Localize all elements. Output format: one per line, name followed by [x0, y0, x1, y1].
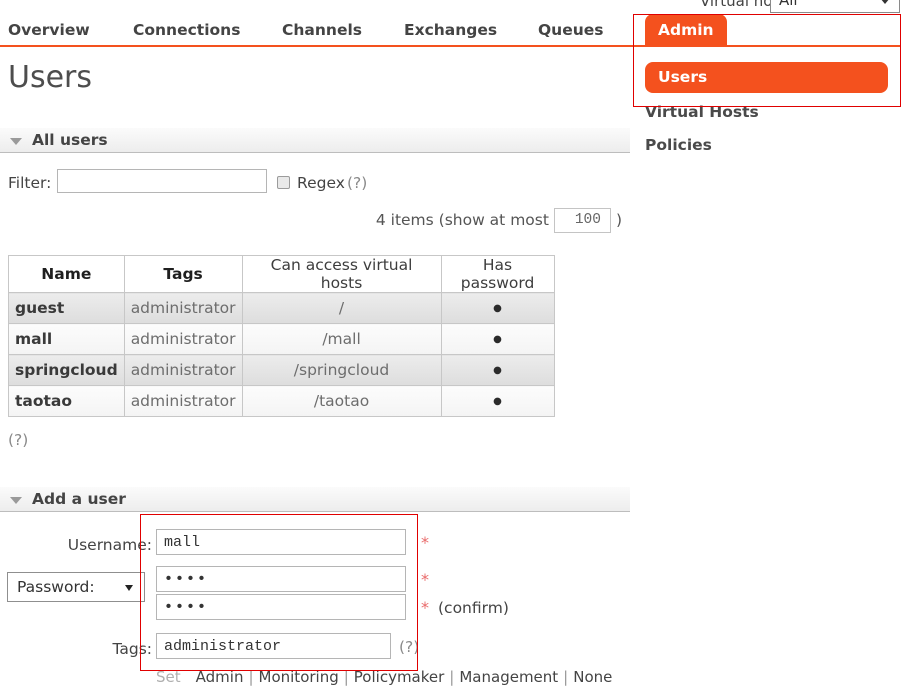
tag-link-monitoring[interactable]: Monitoring	[259, 668, 339, 686]
virtual-host-select[interactable]: All	[770, 0, 900, 13]
tag-link-none[interactable]: None	[573, 668, 612, 686]
user-vhosts-cell: /mall	[242, 324, 441, 355]
sidebar-item-policies[interactable]: Policies	[645, 136, 712, 154]
set-label: Set	[156, 668, 181, 686]
password-type-select[interactable]: Password:	[7, 572, 145, 602]
add-user-section-title: Add a user	[32, 490, 126, 508]
chevron-down-icon	[880, 0, 890, 4]
add-user-section-header[interactable]: Add a user	[0, 487, 630, 512]
all-users-section-header[interactable]: All users	[0, 128, 630, 153]
username-field[interactable]	[156, 529, 406, 555]
tab-connections[interactable]: Connections	[133, 21, 240, 39]
user-name-link[interactable]: taotao	[9, 386, 125, 417]
page-title: Users	[8, 60, 92, 95]
has-password-dot-icon: ●	[441, 386, 554, 417]
show-at-most-input[interactable]	[554, 208, 611, 233]
tag-separator: |	[449, 668, 454, 686]
table-header-row: Name Tags Can access virtual hosts Has p…	[9, 256, 555, 293]
items-count-suffix: )	[616, 211, 622, 229]
table-row: taotao administrator /taotao ●	[9, 386, 555, 417]
user-name-link[interactable]: springcloud	[9, 355, 125, 386]
filter-label: Filter:	[8, 174, 51, 192]
user-vhosts-cell: /springcloud	[242, 355, 441, 386]
tags-field[interactable]	[156, 633, 391, 659]
user-tags-cell: administrator	[124, 386, 242, 417]
column-header-tags[interactable]: Tags	[124, 256, 242, 293]
user-tags-cell: administrator	[124, 293, 242, 324]
user-vhosts-cell: /taotao	[242, 386, 441, 417]
column-header-name[interactable]: Name	[9, 256, 125, 293]
user-name-link[interactable]: mall	[9, 324, 125, 355]
set-tags-row: SetAdmin|Monitoring|Policymaker|Manageme…	[156, 668, 617, 686]
username-label: Username:	[8, 536, 152, 554]
tag-separator: |	[248, 668, 253, 686]
required-asterisk: *	[421, 598, 429, 617]
tag-link-policymaker[interactable]: Policymaker	[354, 668, 445, 686]
required-asterisk: *	[421, 570, 429, 589]
table-row: guest administrator / ●	[9, 293, 555, 324]
table-help-link[interactable]: (?)	[8, 431, 28, 449]
top-navigation: Overview Connections Channels Exchanges …	[0, 14, 901, 47]
tags-help-link[interactable]: (?)	[399, 638, 419, 656]
virtual-host-value: All	[779, 0, 798, 9]
has-password-dot-icon: ●	[441, 324, 554, 355]
tag-link-admin[interactable]: Admin	[196, 668, 244, 686]
column-header-vhosts: Can access virtual hosts	[242, 256, 441, 293]
user-name-link[interactable]: guest	[9, 293, 125, 324]
column-header-has-password: Has password	[441, 256, 554, 293]
tags-label: Tags:	[8, 640, 152, 658]
required-asterisk: *	[421, 533, 429, 552]
collapse-triangle-icon	[10, 138, 22, 145]
sidebar-item-users[interactable]: Users	[645, 62, 888, 93]
has-password-dot-icon: ●	[441, 293, 554, 324]
user-vhosts-cell: /	[242, 293, 441, 324]
items-count-text: 4 items (show at most	[376, 211, 549, 229]
chevron-down-icon	[125, 585, 133, 591]
rabbitmq-users-page: Virtual host: All Overview Connections C…	[0, 0, 912, 694]
tab-overview[interactable]: Overview	[8, 21, 90, 39]
tab-queues[interactable]: Queues	[538, 21, 604, 39]
sidebar-item-virtual-hosts[interactable]: Virtual Hosts	[645, 103, 759, 121]
has-password-dot-icon: ●	[441, 355, 554, 386]
password-field[interactable]	[156, 566, 406, 592]
table-row: springcloud administrator /springcloud ●	[9, 355, 555, 386]
password-confirm-field[interactable]	[156, 594, 406, 620]
tag-separator: |	[344, 668, 349, 686]
tab-admin[interactable]: Admin	[645, 14, 727, 47]
confirm-note: (confirm)	[438, 599, 509, 617]
user-tags-cell: administrator	[124, 355, 242, 386]
filter-input[interactable]	[57, 169, 267, 193]
items-count-row: 4 items (show at most )	[0, 207, 622, 233]
tag-separator: |	[563, 668, 568, 686]
tab-channels[interactable]: Channels	[282, 21, 362, 39]
all-users-section-title: All users	[32, 131, 108, 149]
regex-label: Regex	[297, 174, 345, 192]
users-table: Name Tags Can access virtual hosts Has p…	[8, 255, 555, 417]
password-type-value: Password:	[17, 578, 95, 596]
user-tags-cell: administrator	[124, 324, 242, 355]
tag-link-management[interactable]: Management	[459, 668, 558, 686]
collapse-triangle-icon	[10, 497, 22, 504]
regex-help-link[interactable]: (?)	[347, 174, 367, 192]
regex-checkbox[interactable]	[277, 176, 290, 189]
table-row: mall administrator /mall ●	[9, 324, 555, 355]
tab-exchanges[interactable]: Exchanges	[404, 21, 497, 39]
